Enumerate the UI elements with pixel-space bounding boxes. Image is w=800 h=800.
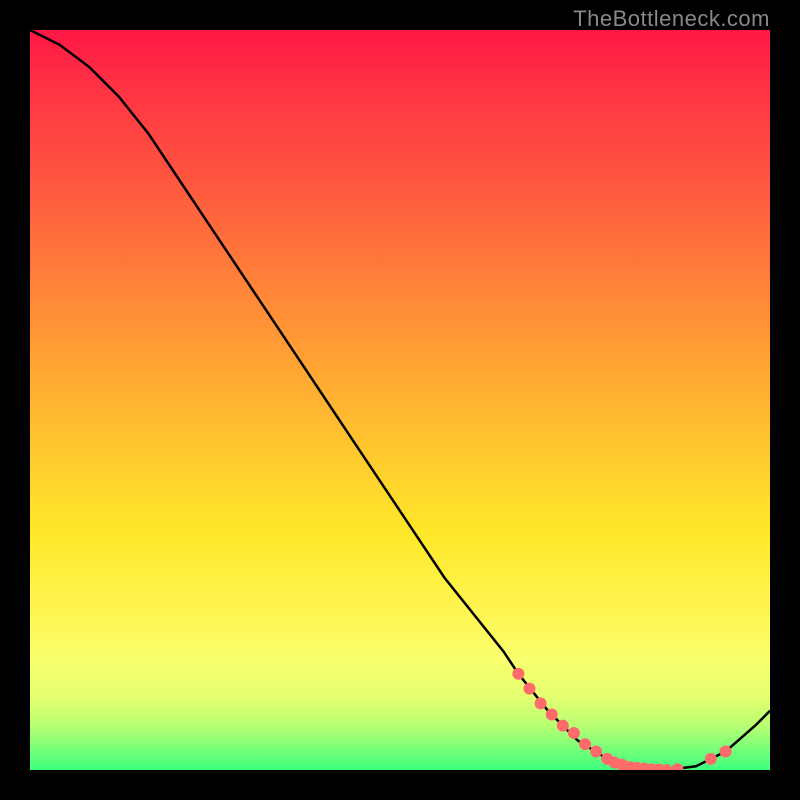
- data-point: [720, 746, 732, 758]
- data-point: [512, 668, 524, 680]
- data-point: [579, 738, 591, 750]
- curve-svg: [30, 30, 770, 770]
- data-point: [705, 753, 717, 765]
- chart-frame: TheBottleneck.com: [0, 0, 800, 800]
- data-markers: [512, 668, 731, 770]
- data-point: [557, 720, 569, 732]
- plot-area: [30, 30, 770, 770]
- bottleneck-curve: [30, 30, 770, 770]
- data-point: [672, 763, 684, 770]
- data-point: [535, 697, 547, 709]
- watermark-text: TheBottleneck.com: [573, 6, 770, 32]
- data-point: [568, 727, 580, 739]
- data-point: [590, 746, 602, 758]
- data-point: [524, 683, 536, 695]
- data-point: [546, 709, 558, 721]
